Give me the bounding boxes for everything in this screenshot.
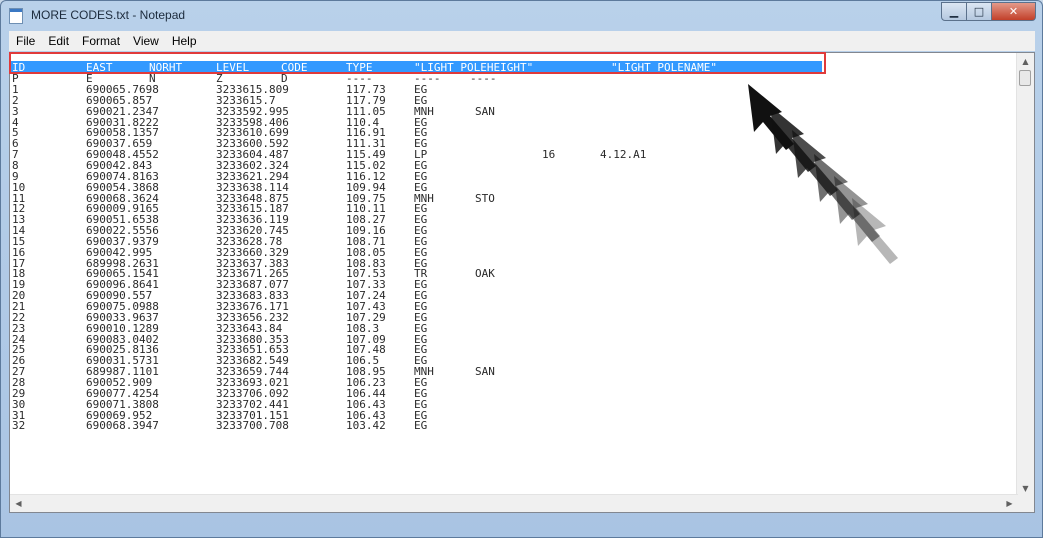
horizontal-scrollbar[interactable]: ◀ ▶ (10, 494, 1018, 512)
menu-file[interactable]: File (9, 34, 41, 48)
cell-pole-name: 4.12.A1 (600, 148, 647, 162)
close-button[interactable]: ✕ (992, 2, 1036, 21)
scroll-left-arrow-icon[interactable]: ◀ (10, 495, 27, 512)
text-line: 24 690083.0402 3233680.353 107.09 EG (10, 334, 1018, 346)
menu-help[interactable]: Help (165, 34, 203, 48)
text-line: 29 690077.4254 3233706.092 106.44 EG (10, 388, 1018, 400)
text-line: 27 689987.1101 3233659.744 108.95 MNH SAN (10, 365, 1018, 379)
cell-type: OAK (475, 267, 495, 281)
menu-bar: File Edit Format View Help (9, 31, 1035, 51)
annotation-highlight-box (9, 52, 826, 74)
subheader-pole-name: ---- (470, 72, 497, 85)
menu-view[interactable]: View (126, 34, 165, 48)
cell-east: 690068.3947 (86, 419, 159, 433)
notepad-icon (9, 8, 23, 24)
cell-pole-height: 16 (542, 148, 556, 162)
cell-type: SAN (475, 104, 495, 118)
text-line: 22 690033.9637 3233656.232 107.29 EG (10, 312, 1018, 324)
window-controls: ▁ □ ✕ (941, 2, 1036, 22)
menu-format[interactable]: Format (75, 34, 126, 48)
text-line: 32 690068.3947 3233700.708 103.42 EG (10, 419, 1018, 433)
scrollbar-corner (1017, 495, 1034, 512)
scroll-up-arrow-icon[interactable]: ▲ (1017, 53, 1034, 70)
cell-code: EG (414, 419, 428, 433)
scroll-right-arrow-icon[interactable]: ▶ (1001, 495, 1018, 512)
vertical-scrollbar[interactable]: ▲ ▼ (1016, 53, 1034, 497)
text-line: 26 690031.5731 3233682.549 106.5 EG (10, 355, 1018, 367)
text-line: 28 690052.909 3233693.021 106.23 EG (10, 377, 1018, 389)
text-line: 30 690071.3808 3233702.441 106.43 EG (10, 399, 1018, 411)
text-line: 21 690075.0988 3233676.171 107.43 EG (10, 301, 1018, 313)
text-line: 19 690096.8641 3233687.077 107.33 EG (10, 279, 1018, 291)
window-title: MORE CODES.txt - Notepad (31, 8, 186, 22)
text-line: 20 690090.557 3233683.833 107.24 EG (10, 290, 1018, 302)
cell-type: SAN (475, 365, 495, 379)
text-line: 25 690025.8136 3233651.653 107.48 EG (10, 344, 1018, 356)
vertical-scroll-thumb[interactable] (1019, 70, 1031, 86)
cell-type: STO (475, 191, 495, 205)
title-bar[interactable]: MORE CODES.txt - Notepad ▁ □ ✕ (1, 1, 1042, 31)
text-line: 23 690010.1289 3233643.84 108.3 EG (10, 323, 1018, 335)
maximize-button[interactable]: □ (967, 2, 992, 21)
cell-level: 103.42 (346, 419, 386, 433)
cell-north: 3233700.708 (216, 419, 289, 433)
minimize-button[interactable]: ▁ (941, 2, 967, 21)
menu-edit[interactable]: Edit (41, 34, 75, 48)
arrow-pointer-icon (730, 78, 910, 278)
cell-id: 32 (12, 419, 26, 433)
text-line: 31 690069.952 3233701.151 106.43 EG (10, 410, 1018, 422)
